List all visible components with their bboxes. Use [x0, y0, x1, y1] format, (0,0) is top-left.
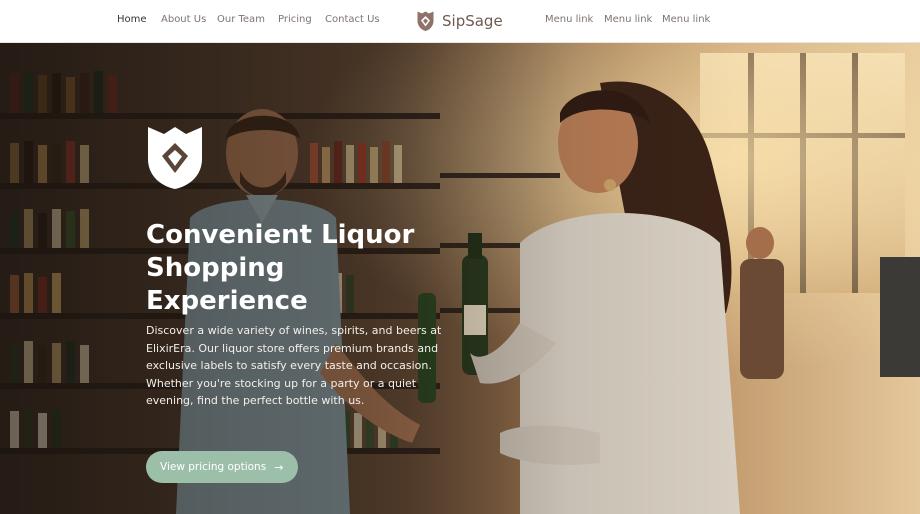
hero-description: Discover a wide variety of wines, spirit…: [146, 324, 442, 407]
nav-link-about-us[interactable]: About Us: [161, 14, 206, 25]
nav-link-home[interactable]: Home: [117, 14, 147, 25]
top-navigation: Home About Us Our Team Pricing Contact U…: [0, 0, 920, 43]
nav-menu-link-2[interactable]: Menu link: [604, 14, 652, 25]
sipsage-logo-icon: [417, 11, 434, 31]
nav-link-pricing[interactable]: Pricing: [278, 14, 312, 25]
nav-menu-link-3[interactable]: Menu link: [662, 14, 710, 25]
view-pricing-label: View pricing options: [160, 461, 267, 473]
view-pricing-button[interactable]: View pricing options →: [146, 451, 298, 483]
hero-overlay: [0, 43, 920, 514]
shield-logo-icon: [148, 127, 202, 189]
brand-name: SipSage: [442, 12, 503, 30]
nav-menu-link-1[interactable]: Menu link: [545, 14, 593, 25]
nav-link-contact-us[interactable]: Contact Us: [325, 14, 380, 25]
hero-title: Convenient Liquor Shopping Experience: [146, 220, 415, 316]
brand-logo-link[interactable]: SipSage: [415, 9, 503, 33]
nav-link-our-team[interactable]: Our Team: [217, 14, 265, 25]
arrow-right-icon: →: [274, 460, 284, 474]
hero-section: Convenient Liquor Shopping Experience Di…: [0, 43, 920, 514]
